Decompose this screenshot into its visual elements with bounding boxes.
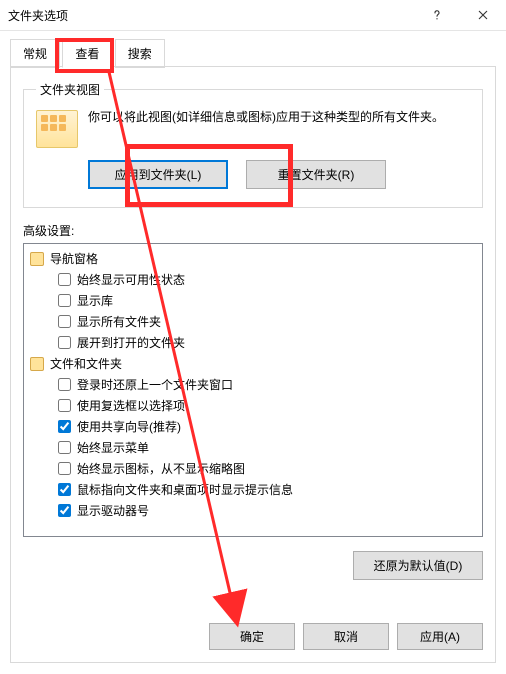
tree-item-label: 始终显示可用性状态 bbox=[77, 271, 185, 288]
tree-item[interactable]: 显示所有文件夹 bbox=[58, 311, 476, 332]
tree-item-label: 使用复选框以选择项 bbox=[77, 397, 185, 414]
tree-item-label: 显示驱动器号 bbox=[77, 502, 149, 519]
tab-view[interactable]: 查看 bbox=[62, 39, 112, 68]
dialog-title: 文件夹选项 bbox=[8, 7, 414, 24]
title-bar: 文件夹选项 bbox=[0, 0, 506, 31]
tree-checkbox[interactable] bbox=[58, 441, 71, 454]
cancel-button[interactable]: 取消 bbox=[303, 623, 389, 650]
tree-item[interactable]: 展开到打开的文件夹 bbox=[58, 332, 476, 353]
tree-item-label: 显示所有文件夹 bbox=[77, 313, 161, 330]
tree-item[interactable]: 使用共享向导(推荐) bbox=[58, 416, 476, 437]
tree-item[interactable]: 使用复选框以选择项 bbox=[58, 395, 476, 416]
tree-item-label: 登录时还原上一个文件夹窗口 bbox=[77, 376, 233, 393]
folder-view-legend: 文件夹视图 bbox=[36, 81, 104, 98]
tab-panel-view: 文件夹视图 你可以将此视图(如详细信息或图标)应用于这种类型的所有文件夹。 应用… bbox=[10, 66, 496, 663]
tree-item-label: 始终显示菜单 bbox=[77, 439, 149, 456]
tree-checkbox[interactable] bbox=[58, 315, 71, 328]
tree-item[interactable]: 始终显示图标，从不显示缩略图 bbox=[58, 458, 476, 479]
tree-item[interactable]: 始终显示可用性状态 bbox=[58, 269, 476, 290]
tree-item-label: 展开到打开的文件夹 bbox=[77, 334, 185, 351]
tree-checkbox[interactable] bbox=[58, 336, 71, 349]
tree-checkbox[interactable] bbox=[58, 378, 71, 391]
advanced-settings-label: 高级设置: bbox=[23, 222, 483, 239]
tree-checkbox[interactable] bbox=[58, 483, 71, 496]
apply-to-folders-button[interactable]: 应用到文件夹(L) bbox=[88, 160, 228, 189]
tree-item[interactable]: 显示库 bbox=[58, 290, 476, 311]
tree-checkbox[interactable] bbox=[58, 294, 71, 307]
tree-group-label: 导航窗格 bbox=[50, 250, 98, 267]
tree-group-label: 文件和文件夹 bbox=[50, 355, 122, 372]
restore-defaults-button[interactable]: 还原为默认值(D) bbox=[353, 551, 483, 580]
tree-item[interactable]: 显示驱动器号 bbox=[58, 500, 476, 521]
tree-item[interactable]: 鼠标指向文件夹和桌面项时显示提示信息 bbox=[58, 479, 476, 500]
dialog-content: 常规 查看 搜索 文件夹视图 你可以将此视图(如详细信息或图标)应用于这种类型的… bbox=[0, 31, 506, 674]
advanced-settings-tree[interactable]: 导航窗格始终显示可用性状态显示库显示所有文件夹展开到打开的文件夹文件和文件夹登录… bbox=[23, 243, 483, 537]
reset-folders-button[interactable]: 重置文件夹(R) bbox=[246, 160, 386, 189]
nav-pane-icon bbox=[30, 252, 44, 266]
tab-search[interactable]: 搜索 bbox=[115, 39, 165, 68]
ok-button[interactable]: 确定 bbox=[209, 623, 295, 650]
tree-checkbox[interactable] bbox=[58, 462, 71, 475]
tree-item[interactable]: 登录时还原上一个文件夹窗口 bbox=[58, 374, 476, 395]
folder-group-icon bbox=[30, 357, 44, 371]
apply-button[interactable]: 应用(A) bbox=[397, 623, 483, 650]
tab-general[interactable]: 常规 bbox=[10, 39, 60, 68]
tree-item-label: 始终显示图标，从不显示缩略图 bbox=[77, 460, 245, 477]
tree-item-label: 使用共享向导(推荐) bbox=[77, 418, 181, 435]
tree-checkbox[interactable] bbox=[58, 504, 71, 517]
folder-view-group: 文件夹视图 你可以将此视图(如详细信息或图标)应用于这种类型的所有文件夹。 应用… bbox=[23, 81, 483, 208]
close-button[interactable] bbox=[460, 0, 506, 31]
tree-group: 文件和文件夹 bbox=[30, 353, 476, 374]
tree-item-label: 显示库 bbox=[77, 292, 113, 309]
tree-checkbox[interactable] bbox=[58, 273, 71, 286]
tree-item[interactable]: 始终显示菜单 bbox=[58, 437, 476, 458]
tree-checkbox[interactable] bbox=[58, 420, 71, 433]
tab-strip: 常规 查看 搜索 bbox=[10, 39, 496, 67]
tree-item-label: 鼠标指向文件夹和桌面项时显示提示信息 bbox=[77, 481, 293, 498]
folder-view-desc: 你可以将此视图(如详细信息或图标)应用于这种类型的所有文件夹。 bbox=[88, 108, 470, 126]
folder-icon bbox=[36, 110, 78, 148]
tree-group: 导航窗格 bbox=[30, 248, 476, 269]
tree-checkbox[interactable] bbox=[58, 399, 71, 412]
help-button[interactable] bbox=[414, 0, 460, 31]
